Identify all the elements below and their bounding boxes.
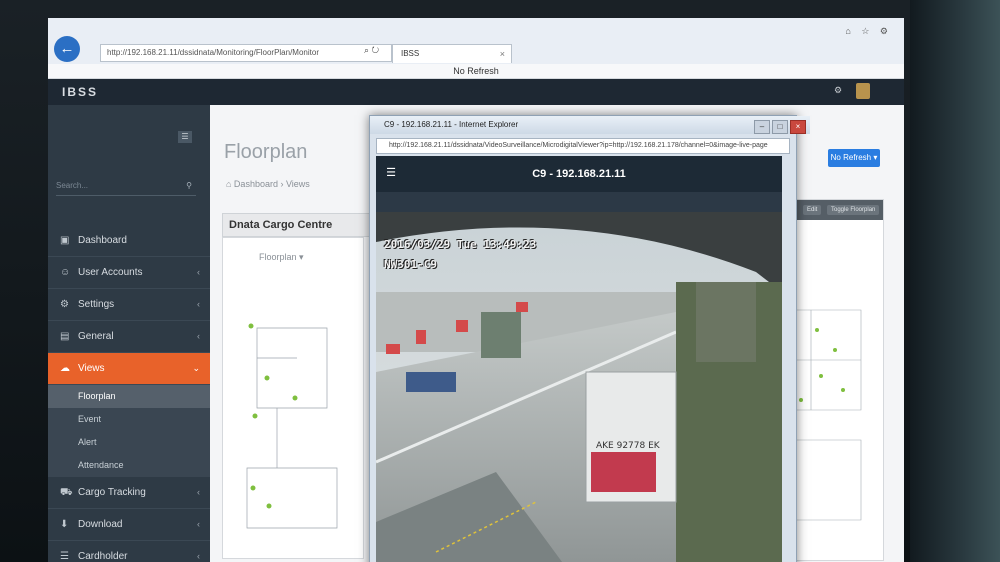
- sidebar-search-input[interactable]: Search... ⚲: [56, 177, 196, 196]
- avatar[interactable]: [856, 83, 870, 99]
- floorplan-select[interactable]: Floorplan ▾: [259, 252, 304, 263]
- sidebar-item-label: User Accounts: [78, 267, 143, 278]
- gear-icon: ⚙: [60, 299, 69, 310]
- download-icon: ⬇: [60, 519, 69, 530]
- sidebar-item-label: General: [78, 331, 114, 342]
- no-refresh-button[interactable]: No Refresh ▾: [828, 149, 880, 167]
- cloud-icon: ☁: [60, 363, 70, 374]
- sidebar-item-settings[interactable]: ⚙ Settings ‹: [48, 289, 210, 321]
- sidebar-subitem-attendance[interactable]: Attendance: [48, 454, 210, 477]
- app-header: IBSS ⚙: [48, 79, 904, 105]
- bell-icon[interactable]: ⚙: [834, 85, 844, 95]
- card-icon: ☰: [60, 551, 69, 562]
- osd-datetime: 2016/03/29 Tue 13:49:23: [384, 238, 537, 251]
- home-favorites-settings-icons[interactable]: ⌂ ☆ ⚙: [845, 26, 892, 37]
- monitor-screen: ← http://192.168.21.11/dssidnata/Monitor…: [48, 18, 904, 562]
- views-submenu: Floorplan Event Alert Attendance: [48, 385, 210, 477]
- sidebar-item-download[interactable]: ⬇ Download ‹: [48, 509, 210, 541]
- chevron-down-icon: ⌄: [192, 363, 200, 373]
- sidebar-subitem-event[interactable]: Event: [48, 408, 210, 431]
- popup-address-bar[interactable]: http://192.168.21.11/dssidnata/VideoSurv…: [376, 138, 790, 154]
- truck-icon: ⛟: [60, 487, 73, 498]
- camera-header: C9 - 192.168.21.11 ☰: [376, 156, 782, 192]
- sidebar-item-label: Cargo Tracking: [78, 487, 146, 498]
- user-icon: ☺: [60, 267, 71, 278]
- edit-button[interactable]: Edit: [803, 205, 822, 215]
- maximize-icon[interactable]: □: [772, 120, 788, 134]
- tab-label: IBSS: [401, 49, 420, 58]
- chevron-left-icon: ‹: [197, 487, 200, 497]
- page-title: Floorplan: [224, 141, 308, 163]
- close-icon[interactable]: ×: [790, 120, 806, 134]
- sidebar-item-cardholder[interactable]: ☰ Cardholder ‹: [48, 541, 210, 562]
- back-arrow-icon[interactable]: ←: [54, 36, 80, 62]
- sidebar-item-general[interactable]: ▤ General ‹: [48, 321, 210, 353]
- toggle-floorplan-button[interactable]: Toggle Floorplan: [827, 205, 880, 215]
- sidebar: ☰ Search... ⚲ ▣ Dashboard ☺ User Account…: [48, 105, 210, 562]
- chevron-left-icon: ‹: [197, 519, 200, 529]
- popup-title: C9 - 192.168.21.11 - Internet Explorer: [384, 120, 519, 129]
- camera-popup-window[interactable]: C9 - 192.168.21.11 - Internet Explorer –…: [369, 115, 810, 562]
- sidebar-item-dashboard[interactable]: ▣ Dashboard: [48, 225, 210, 257]
- popup-title-bar: C9 - 192.168.21.11 - Internet Explorer –…: [370, 116, 810, 134]
- sidebar-toggle-icon[interactable]: ☰: [178, 131, 192, 143]
- window-controls: – □ ×: [752, 118, 806, 136]
- sidebar-item-label: Settings: [78, 299, 115, 310]
- camera-subbar: [376, 192, 782, 212]
- menu-icon[interactable]: ☰: [384, 166, 398, 180]
- brand-logo: IBSS: [62, 85, 99, 99]
- browser-chrome: ← http://192.168.21.11/dssidnata/Monitor…: [48, 18, 904, 65]
- sidebar-item-label: Views: [78, 363, 105, 374]
- sidebar-item-label: Download: [78, 519, 123, 530]
- sidebar-subitem-alert[interactable]: Alert: [48, 431, 210, 454]
- background-wall: [910, 0, 1000, 562]
- container-label: AKE 92778 EK: [596, 441, 661, 451]
- osd-camera-id: NW301-C9: [384, 258, 437, 271]
- sidebar-subitem-floorplan[interactable]: Floorplan: [48, 385, 210, 408]
- chevron-left-icon: ‹: [197, 267, 200, 277]
- close-icon[interactable]: ×: [500, 45, 505, 63]
- search-placeholder: Search...: [56, 181, 89, 190]
- camera-title: C9 - 192.168.21.11: [532, 168, 626, 180]
- camera-video-feed[interactable]: AKE 92778 EK 2016/03/29 Tue 13:49:23 NW3…: [376, 212, 782, 562]
- address-bar[interactable]: http://192.168.21.11/dssidnata/Monitorin…: [100, 44, 392, 62]
- sidebar-item-user-accounts[interactable]: ☺ User Accounts ‹: [48, 257, 210, 289]
- chevron-left-icon: ‹: [197, 551, 200, 561]
- panel-title: Dnata Cargo Centre: [222, 213, 370, 237]
- sidebar-item-views[interactable]: ☁ Views ⌄: [48, 353, 210, 385]
- sidebar-item-cargo-tracking[interactable]: ⛟ Cargo Tracking ‹: [48, 477, 210, 509]
- chevron-left-icon: ‹: [197, 299, 200, 309]
- dashboard-icon: ▣: [60, 235, 70, 246]
- breadcrumb[interactable]: ⌂ Dashboard › Views: [226, 179, 310, 189]
- search-refresh-icons[interactable]: ⌕ ↻: [364, 45, 379, 56]
- folder-icon: ▤: [60, 331, 70, 342]
- search-icon: ⚲: [186, 181, 192, 190]
- sidebar-item-label: Dashboard: [78, 235, 127, 246]
- chevron-left-icon: ‹: [197, 331, 200, 341]
- status-bar: No Refresh: [48, 64, 904, 79]
- sidebar-item-label: Cardholder: [78, 551, 128, 562]
- minimize-icon[interactable]: –: [754, 120, 770, 134]
- sidebar-nav: ▣ Dashboard ☺ User Accounts ‹ ⚙ Settings…: [48, 225, 210, 562]
- floorplan-panel: Floorplan ▾: [222, 237, 364, 559]
- floorplan-drawing: [246, 323, 338, 529]
- browser-tab[interactable]: IBSS ×: [392, 44, 512, 63]
